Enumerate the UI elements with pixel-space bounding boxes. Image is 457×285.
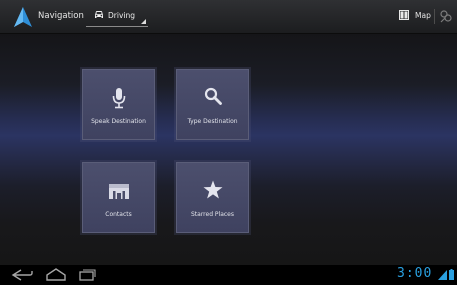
map-button-label: Map [415,11,431,20]
action-bar: Navigation Driving Map [0,0,457,34]
travel-mode-label: Driving [108,11,135,20]
contacts-icon [108,184,129,199]
layers-icon[interactable] [440,10,452,23]
battery-icon [449,269,454,280]
navigation-arrow-icon[interactable] [12,6,34,28]
app-title: Navigation [38,11,84,21]
recent-apps-icon[interactable] [79,268,96,281]
starred-places-tile[interactable]: Starred Places [176,162,249,233]
back-icon[interactable] [11,269,33,281]
system-bar: 3:00 [0,265,457,285]
star-icon [203,180,222,199]
starred-places-label: Starred Places [190,211,235,218]
spinner-caret-icon [141,19,146,24]
microphone-icon [112,88,125,109]
home-icon[interactable] [46,268,66,281]
navigation-screen: Navigation Driving Map Speak Destination… [0,0,457,285]
type-destination-tile[interactable]: Type Destination [176,69,249,140]
book-icon [399,10,409,20]
search-icon [204,87,222,105]
type-destination-label: Type Destination [187,118,238,125]
destination-options-area: Speak Destination Type Destination Conta… [0,34,457,265]
speak-destination-tile[interactable]: Speak Destination [82,69,155,140]
contacts-tile[interactable]: Contacts [82,162,155,233]
speak-destination-label: Speak Destination [91,118,146,125]
map-button[interactable]: Map [397,8,433,26]
action-bar-divider [434,9,435,24]
contacts-label: Contacts [105,211,132,218]
travel-mode-spinner[interactable]: Driving [86,5,148,27]
signal-icon [438,270,447,280]
car-icon [95,11,103,18]
clock: 3:00 [397,266,433,281]
